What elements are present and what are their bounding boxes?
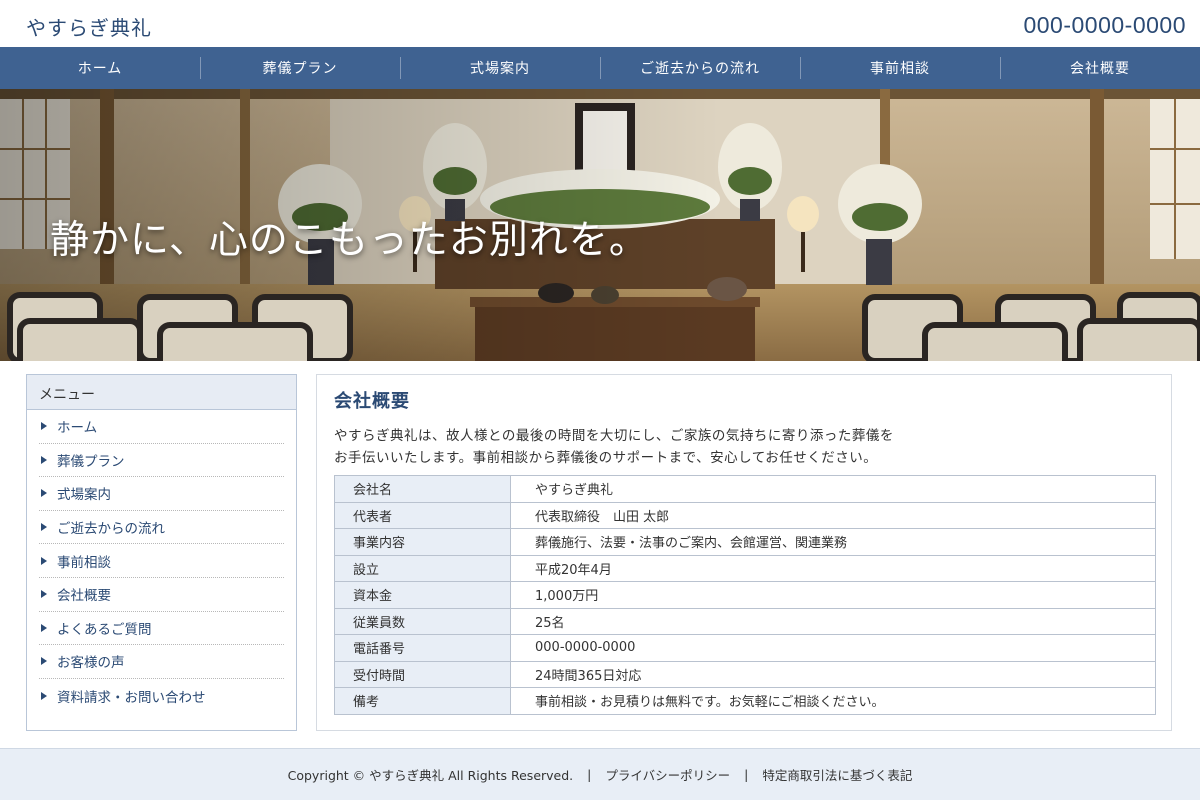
sidebar-item-contact[interactable]: 資料請求・お問い合わせ: [39, 679, 284, 713]
sidebar-item-testimonials[interactable]: お客様の声: [39, 645, 284, 679]
table-row: 従業員数 25名: [334, 607, 1156, 635]
sidebar-item-faq[interactable]: よくあるご質問: [39, 612, 284, 646]
nav-item-venues[interactable]: 式場案内: [400, 47, 600, 89]
row-label: 会社名: [334, 475, 511, 503]
side-menu-title: メニュー: [27, 375, 296, 410]
sidebar-item-label: お客様の声: [57, 655, 125, 672]
hero-banner: 静かに、心のこもったお別れを。: [0, 89, 1200, 361]
tokusho-link[interactable]: 特定商取引法に基づく表記: [762, 765, 912, 784]
side-menu: メニュー ホーム 葬儀プラン 式場案内 ご逝去からの流れ 事前相談 会社概要 よ…: [26, 374, 297, 731]
nav-item-consultation[interactable]: 事前相談: [800, 47, 1000, 89]
intro-text: やすらぎ典礼は、故人様との最後の時間を大切にし、ご家族の気持ちに寄り添った葬儀を…: [334, 425, 1154, 469]
sidebar-item-venues[interactable]: 式場案内: [39, 477, 284, 511]
sidebar-item-label: 式場案内: [57, 487, 111, 504]
privacy-policy-link[interactable]: プライバシーポリシー: [605, 765, 730, 784]
page-title: 会社概要: [334, 391, 410, 412]
row-value: 事前相談・お見積りは無料です。お気軽にご相談ください。: [510, 687, 1156, 715]
table-row: 電話番号 000-0000-0000: [334, 634, 1156, 662]
copyright-text: Copyright © やすらぎ典礼 All Rights Reserved.: [287, 768, 574, 783]
row-label: 代表者: [334, 501, 511, 529]
phone-number[interactable]: 000-0000-0000: [1023, 12, 1186, 39]
table-row: 備考 事前相談・お見積りは無料です。お気軽にご相談ください。: [334, 687, 1156, 715]
row-value: 1,000万円: [510, 581, 1156, 609]
side-menu-list: ホーム 葬儀プラン 式場案内 ご逝去からの流れ 事前相談 会社概要 よくあるご質…: [27, 410, 296, 712]
row-label: 備考: [334, 687, 511, 715]
company-info-table: 会社名 やすらぎ典礼 代表者 代表取締役 山田 太郎 事業内容 葬儀施行、法要・法事の…: [334, 475, 1156, 715]
sidebar-item-label: 資料請求・お問い合わせ: [57, 689, 206, 706]
row-label: 資本金: [334, 581, 511, 609]
row-label: 設立: [334, 554, 511, 582]
row-label: 事業内容: [334, 528, 511, 556]
table-row: 会社名 やすらぎ典礼: [334, 475, 1156, 503]
row-label: 受付時間: [334, 660, 511, 688]
main-content: 会社概要 やすらぎ典礼は、故人様との最後の時間を大切にし、ご家族の気持ちに寄り添…: [316, 374, 1172, 731]
nav-item-home[interactable]: ホーム: [0, 47, 200, 89]
intro-line-1: やすらぎ典礼は、故人様との最後の時間を大切にし、ご家族の気持ちに寄り添った葬儀を: [334, 428, 894, 444]
arrow-right-icon: [41, 623, 47, 632]
site-header: やすらぎ典礼 000-0000-0000: [0, 0, 1200, 47]
sidebar-item-label: ご逝去からの流れ: [57, 521, 165, 538]
row-value: 代表取締役 山田 太郎: [510, 501, 1156, 529]
arrow-right-icon: [41, 523, 47, 532]
row-value: 葬儀施行、法要・法事のご案内、会館運営、関連業務: [510, 528, 1156, 556]
site-logo[interactable]: やすらぎ典礼: [26, 12, 152, 41]
sidebar-item-label: 葬儀プラン: [57, 453, 125, 470]
sidebar-item-label: 会社概要: [57, 588, 111, 605]
arrow-right-icon: [41, 657, 47, 666]
table-row: 代表者 代表取締役 山田 太郎: [334, 501, 1156, 529]
site-footer: Copyright © やすらぎ典礼 All Rights Reserved. …: [0, 748, 1200, 800]
row-value: 24時間365日対応: [510, 660, 1156, 688]
sidebar-item-flow[interactable]: ご逝去からの流れ: [39, 511, 284, 545]
table-row: 資本金 1,000万円: [334, 581, 1156, 609]
footer-separator: |: [587, 767, 592, 782]
arrow-right-icon: [41, 556, 47, 565]
global-nav: ホーム 葬儀プラン 式場案内 ご逝去からの流れ 事前相談 会社概要: [0, 47, 1200, 89]
hero-tagline: 静かに、心のこもったお別れを。: [50, 218, 649, 263]
arrow-right-icon: [41, 455, 47, 464]
sidebar-item-home[interactable]: ホーム: [39, 410, 284, 444]
sidebar-item-label: よくあるご質問: [57, 621, 152, 638]
row-value: 000-0000-0000: [510, 634, 1156, 662]
nav-item-flow[interactable]: ご逝去からの流れ: [600, 47, 800, 89]
intro-line-2: お手伝いいたします。事前相談から葬儀後のサポートまで、安心してお任せください。: [334, 450, 878, 466]
nav-item-plans[interactable]: 葬儀プラン: [200, 47, 400, 89]
sidebar-item-plans[interactable]: 葬儀プラン: [39, 444, 284, 478]
row-value: 25名: [510, 607, 1156, 635]
sidebar-item-label: ホーム: [57, 420, 98, 437]
row-label: 電話番号: [334, 634, 511, 662]
row-value: やすらぎ典礼: [510, 475, 1156, 503]
sidebar-item-consultation[interactable]: 事前相談: [39, 544, 284, 578]
arrow-right-icon: [41, 422, 47, 431]
arrow-right-icon: [41, 590, 47, 599]
arrow-right-icon: [41, 489, 47, 498]
sidebar-item-label: 事前相談: [57, 554, 111, 571]
row-label: 従業員数: [334, 607, 511, 635]
table-row: 設立 平成20年4月: [334, 554, 1156, 582]
arrow-right-icon: [41, 691, 47, 700]
sidebar-item-company[interactable]: 会社概要: [39, 578, 284, 612]
nav-item-company[interactable]: 会社概要: [1000, 47, 1200, 89]
row-value: 平成20年4月: [510, 554, 1156, 582]
table-row: 事業内容 葬儀施行、法要・法事のご案内、会館運営、関連業務: [334, 528, 1156, 556]
footer-separator: |: [744, 767, 749, 782]
table-row: 受付時間 24時間365日対応: [334, 660, 1156, 688]
